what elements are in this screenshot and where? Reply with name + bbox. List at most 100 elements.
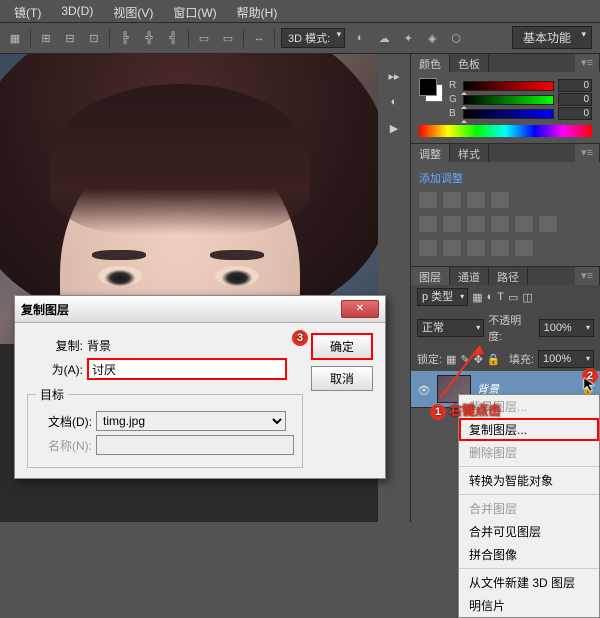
adj-hue-icon[interactable] [443,216,461,232]
3d-mode-select[interactable]: 3D 模式: [281,28,345,48]
ctx-delete-layer[interactable]: 删除图层 [459,441,599,464]
panel-menu-icon[interactable]: ▾≡ [575,267,600,285]
tool-preset-icon[interactable]: ▦ [6,29,24,47]
tab-styles[interactable]: 样式 [450,144,489,162]
tab-paths[interactable]: 路径 [489,267,528,285]
opt-icon-1[interactable]: ⊞ [37,29,55,47]
panel-menu-icon[interactable]: ▾≡ [575,144,600,162]
ctx-flatten[interactable]: 拼合图像 [459,543,599,566]
panel-menu-icon[interactable]: ▾≡ [575,54,600,72]
menu-3d[interactable]: 3D(D) [51,2,103,22]
workspace-select[interactable]: 基本功能 [512,26,592,49]
filter-smart-icon[interactable]: ◫ [522,291,532,304]
add-adjustment-link[interactable]: 添加调整 [419,168,592,188]
as-label: 为(A): [27,361,83,378]
options-bar: ▦ ⊞ ⊟ ⊡ ╠ ╬ ╣ ▭ ▭ ↔ 3D 模式: ◐ ☁ ✦ ◈ ⬡ [0,23,600,54]
arrow-annotation [432,342,484,402]
ctx-smart-object[interactable]: 转换为智能对象 [459,469,599,492]
adj-brightness-icon[interactable] [419,192,437,208]
adj-curves-icon[interactable] [467,192,485,208]
adj-selcolor-icon[interactable] [515,240,533,256]
visibility-icon[interactable]: 👁 [417,384,431,394]
as-input[interactable] [87,358,287,380]
doc-select[interactable]: timg.jpg [96,411,286,431]
fill-value[interactable]: 100% [538,350,594,368]
collapse-icon[interactable]: ▸▸ [382,64,406,88]
adj-gradmap-icon[interactable] [491,240,509,256]
context-menu: 背景图层... 复制图层... 删除图层 转换为智能对象 合并图层 合并可见图层… [458,394,600,618]
menu-view[interactable]: 视图(V) [103,2,163,22]
ctx-duplicate-layer[interactable]: 复制图层... [459,418,599,441]
panel-dock: 颜色 色板 ▾≡ R0 G0 B0 调整 样式 ▾ [411,54,600,522]
3d-icon-2[interactable]: ☁ [375,29,393,47]
adj-invert-icon[interactable] [419,240,437,256]
adj-bw-icon[interactable] [467,216,485,232]
name-input [96,435,294,455]
tab-channels[interactable]: 通道 [450,267,489,285]
3d-icon-5[interactable]: ⬡ [447,29,465,47]
ctx-postcard[interactable]: 明信片 [459,594,599,617]
tab-adjust[interactable]: 调整 [411,144,450,162]
opt-icon-4[interactable]: ╠ [116,29,134,47]
g-label: G [449,94,459,105]
cancel-button[interactable]: 取消 [311,366,373,391]
b-slider[interactable] [463,109,554,119]
r-slider[interactable] [463,81,554,91]
close-button[interactable]: ✕ [341,300,379,318]
menu-help[interactable]: 帮助(H) [227,2,288,22]
r-value[interactable]: 0 [558,79,592,92]
filter-img-icon[interactable]: ▦ [472,291,482,304]
ctx-new-3d[interactable]: 从文件新建 3D 图层 [459,571,599,594]
adj-photo-icon[interactable] [491,216,509,232]
adj-lut-icon[interactable] [539,216,557,232]
lock-all-icon[interactable]: 🔒 [487,353,501,366]
opacity-value[interactable]: 100% [539,319,594,337]
opt-icon-2[interactable]: ⊟ [61,29,79,47]
ctx-merge[interactable]: 合并图层 [459,497,599,520]
tab-layers[interactable]: 图层 [411,267,450,285]
adj-mixer-icon[interactable] [515,216,533,232]
opt-icon-5[interactable]: ╬ [140,29,158,47]
tool-history-icon[interactable]: ◐ [382,90,406,114]
adj-vibrance-icon[interactable] [419,216,437,232]
cursor-icon [582,376,598,395]
3d-icon-4[interactable]: ◈ [423,29,441,47]
adj-exposure-icon[interactable] [491,192,509,208]
g-slider[interactable] [463,95,554,105]
b-value[interactable]: 0 [558,107,592,120]
b-label: B [449,108,459,119]
dialog-title: 复制图层 [21,301,341,318]
fill-label: 填充: [509,351,534,367]
menu-window[interactable]: 窗口(W) [163,2,226,22]
annotation-1: 1 右键点击 [430,400,501,420]
blend-mode-select[interactable]: 正常 [417,319,484,337]
target-legend: 目标 [36,386,68,403]
opt-icon-9[interactable]: ↔ [250,29,268,47]
r-label: R [449,80,459,91]
copy-value: 背景 [87,337,111,354]
tab-swatches[interactable]: 色板 [450,54,489,72]
tool-play-icon[interactable]: ▶ [382,116,406,140]
ctx-merge-visible[interactable]: 合并可见图层 [459,520,599,543]
opt-icon-3[interactable]: ⊡ [85,29,103,47]
copy-label: 复制: [27,337,83,354]
adj-levels-icon[interactable] [443,192,461,208]
opacity-label: 不透明度: [488,312,534,344]
g-value[interactable]: 0 [558,93,592,106]
adj-poster-icon[interactable] [443,240,461,256]
3d-icon-3[interactable]: ✦ [399,29,417,47]
adj-thresh-icon[interactable] [467,240,485,256]
fg-bg-swatch[interactable] [419,78,443,102]
ok-button[interactable]: 确定 [311,333,373,360]
opt-icon-6[interactable]: ╣ [164,29,182,47]
3d-icon-1[interactable]: ◐ [351,29,369,47]
layer-kind-select[interactable]: p 类型 [417,288,468,306]
filter-txt-icon[interactable]: T [497,291,504,303]
menu-filter[interactable]: 镜(T) [4,2,51,22]
opt-icon-7[interactable]: ▭ [195,29,213,47]
filter-adj-icon[interactable]: ◐ [487,291,494,303]
spectrum-bar[interactable] [419,125,592,137]
opt-icon-8[interactable]: ▭ [219,29,237,47]
filter-shape-icon[interactable]: ▭ [508,291,518,304]
tab-color[interactable]: 颜色 [411,54,450,72]
